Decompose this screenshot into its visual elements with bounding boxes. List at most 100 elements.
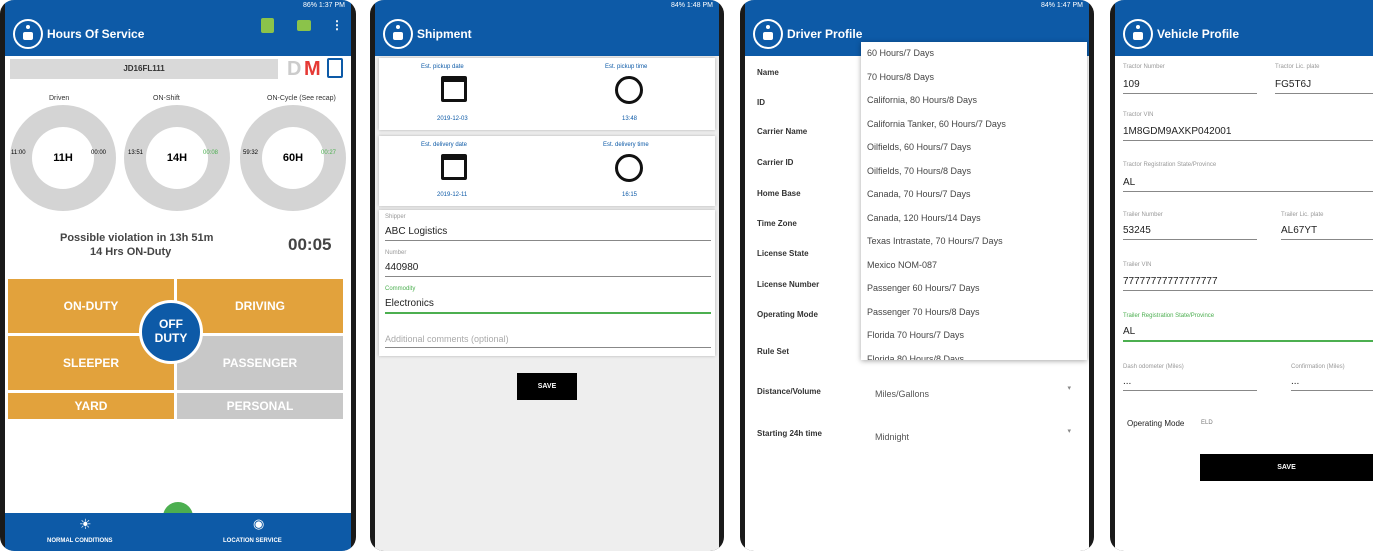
- profile-label: Home Base: [757, 189, 801, 198]
- gauge-ring: 14H: [124, 105, 230, 211]
- app-logo-icon[interactable]: [1123, 19, 1153, 49]
- rule-option[interactable]: 60 Hours/7 Days: [861, 42, 1087, 66]
- bottom-nav: ☀ NORMAL CONDITIONS ◉ LOCATION SERVICE: [5, 513, 351, 551]
- pickup-time-label: Est. pickup time: [605, 64, 648, 70]
- clock-icon[interactable]: [615, 154, 643, 182]
- rule-option[interactable]: Texas Intrastate, 70 Hours/7 Days: [861, 230, 1087, 254]
- vehicle-id-bar: JD16FL111: [10, 59, 278, 79]
- trailer-number-label: Trailer Number: [1123, 212, 1163, 218]
- pickup-date-value[interactable]: 2019-12-03: [437, 116, 468, 122]
- delivery-date-label: Est. delivery date: [421, 142, 468, 148]
- rule-option[interactable]: Passenger 60 Hours/7 Days: [861, 277, 1087, 301]
- tractor-reg-field[interactable]: AL: [1123, 177, 1373, 192]
- delivery-time-value[interactable]: 16:15: [622, 192, 637, 198]
- personal-button[interactable]: PERSONAL: [177, 393, 343, 419]
- start-time-value: Midnight: [875, 432, 910, 442]
- off-duty-button[interactable]: OFF DUTY: [139, 300, 203, 364]
- app-bar: Hours Of Service ⋮: [5, 12, 351, 56]
- rule-option[interactable]: 70 Hours/8 Days: [861, 66, 1087, 90]
- trailer-number-field[interactable]: 53245: [1123, 225, 1257, 240]
- normal-conditions-label[interactable]: NORMAL CONDITIONS: [47, 538, 113, 544]
- gauge-left: 11:00: [11, 150, 26, 156]
- clipboard-icon[interactable]: [327, 58, 343, 78]
- location-icon[interactable]: ◉: [253, 516, 264, 532]
- rule-option[interactable]: California, 80 Hours/8 Days: [861, 89, 1087, 113]
- app-bar: Shipment: [375, 12, 719, 56]
- number-field[interactable]: 440980: [385, 262, 711, 277]
- app-logo-icon[interactable]: [753, 19, 783, 49]
- rule-option[interactable]: Florida 70 Hours/7 Days: [861, 324, 1087, 348]
- rule-option[interactable]: Florida 80 Hours/8 Days: [861, 348, 1087, 361]
- rule-set-dropdown: 60 Hours/7 Days 70 Hours/8 Days Californ…: [861, 42, 1087, 360]
- confirmation-field[interactable]: ...: [1291, 376, 1373, 391]
- profile-label: Starting 24h time: [757, 429, 822, 438]
- rule-option[interactable]: Oilfields, 60 Hours/7 Days: [861, 136, 1087, 160]
- profile-label: ID: [757, 98, 765, 107]
- rule-option[interactable]: Canada, 70 Hours/7 Days: [861, 183, 1087, 207]
- rule-option[interactable]: Mexico NOM-087: [861, 254, 1087, 278]
- distance-volume-select[interactable]: Miles/Gallons ▾: [875, 384, 1075, 400]
- personal-label: PERSONAL: [226, 399, 294, 413]
- start-time-select[interactable]: Midnight ▾: [875, 427, 1075, 443]
- commodity-label: Commodity: [385, 286, 416, 292]
- calendar-icon[interactable]: [441, 154, 467, 180]
- number-label: Number: [385, 250, 407, 256]
- profile-label: Rule Set: [757, 347, 790, 356]
- trailer-vin-label: Trailer VIN: [1123, 262, 1152, 268]
- profile-label: Operating Mode: [757, 310, 818, 319]
- app-bar: Vehicle Profile: [1115, 12, 1373, 56]
- profile-label: Carrier ID: [757, 158, 794, 167]
- gauge-label[interactable]: ON-Cycle (See recap): [267, 95, 336, 102]
- pickup-time-value[interactable]: 13:48: [622, 116, 637, 122]
- save-button[interactable]: SAVE: [1200, 454, 1373, 481]
- rule-option[interactable]: California Tanker, 60 Hours/7 Days: [861, 113, 1087, 137]
- gauge-label: ON-Shift: [153, 95, 180, 102]
- gauge-label: Driven: [49, 95, 70, 102]
- trailer-reg-field[interactable]: AL: [1123, 326, 1373, 342]
- profile-label: Carrier Name: [757, 127, 808, 136]
- save-button[interactable]: SAVE: [517, 373, 577, 400]
- trailer-vin-field[interactable]: 77777777777777777: [1123, 276, 1373, 291]
- gauge-right: 00:27: [321, 150, 337, 156]
- tractor-plate-field[interactable]: FG5T6J: [1275, 79, 1373, 94]
- passenger-button[interactable]: PASSENGER: [177, 336, 343, 390]
- dm-indicator-d: D: [287, 58, 302, 80]
- tractor-number-label: Tractor Number: [1123, 64, 1165, 70]
- page-title: Vehicle Profile: [1157, 27, 1240, 41]
- app-logo-icon[interactable]: [13, 19, 43, 49]
- status-bar: 86% 1:37 PM: [5, 0, 351, 12]
- lightbulb-icon[interactable]: [261, 18, 274, 33]
- shipper-field[interactable]: ABC Logistics: [385, 226, 711, 241]
- yard-button[interactable]: YARD: [8, 393, 174, 419]
- off-label: OFF: [159, 317, 183, 331]
- shipper-label: Shipper: [385, 214, 406, 220]
- comments-field[interactable]: Additional comments (optional): [385, 334, 711, 348]
- dropdown-arrow-icon: ▾: [1067, 428, 1071, 435]
- gauge-center: 14H: [146, 127, 208, 189]
- gauge-ring: 11H: [10, 105, 116, 211]
- commodity-field[interactable]: Electronics: [385, 298, 711, 314]
- violation-line-1: Possible violation in 13h 51m: [60, 232, 214, 244]
- calendar-icon[interactable]: [441, 76, 467, 102]
- message-icon[interactable]: [297, 20, 311, 31]
- driver-device: 84% 1:47 PM Driver Profile Name ID Carri…: [740, 0, 1094, 551]
- delivery-card: Est. delivery date 2019-12-11 Est. deliv…: [379, 136, 715, 206]
- tractor-vin-field[interactable]: 1M8GDM9AXKP042001: [1123, 126, 1373, 141]
- app-logo-icon[interactable]: [383, 19, 413, 49]
- gauge-right: 00:08: [203, 150, 219, 156]
- tractor-vin-label: Tractor VIN: [1123, 112, 1154, 118]
- trailer-plate-field[interactable]: AL67YT: [1281, 225, 1373, 240]
- delivery-date-value[interactable]: 2019-12-11: [437, 192, 467, 198]
- tractor-number-field[interactable]: 109: [1123, 79, 1257, 94]
- page-title: Shipment: [417, 27, 472, 41]
- pickup-date-label: Est. pickup date: [421, 64, 464, 70]
- dash-odometer-field[interactable]: ...: [1123, 376, 1257, 391]
- violation-line-2: 14 Hrs ON-Duty: [90, 246, 172, 258]
- location-service-label[interactable]: LOCATION SERVICE: [223, 538, 282, 544]
- clock-icon[interactable]: [615, 76, 643, 104]
- sun-icon[interactable]: ☀: [79, 516, 92, 533]
- rule-option[interactable]: Oilfields, 70 Hours/8 Days: [861, 160, 1087, 184]
- rule-option[interactable]: Canada, 120 Hours/14 Days: [861, 207, 1087, 231]
- overflow-menu-icon[interactable]: ⋮: [331, 18, 343, 32]
- rule-option[interactable]: Passenger 70 Hours/8 Days: [861, 301, 1087, 325]
